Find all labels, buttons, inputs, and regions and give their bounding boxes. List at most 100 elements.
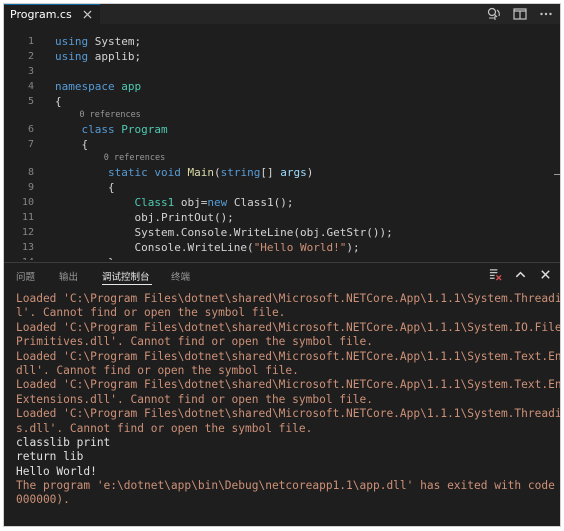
tab-program-cs[interactable]: Program.cs	[4, 4, 100, 24]
line-number: 1	[27, 36, 34, 47]
code-text: static void Main(string[] args)	[55, 165, 313, 180]
code-text: class Program	[55, 122, 168, 137]
tab-problems[interactable]: 问题	[16, 269, 35, 283]
code-token: Console.WriteLine(	[55, 241, 254, 254]
panel-actions	[489, 268, 552, 281]
code-token: {	[55, 95, 62, 108]
code-line[interactable]: 1 using System;	[4, 34, 560, 49]
code-token: string	[220, 166, 261, 179]
code-token: );	[346, 241, 360, 254]
compare-changes-icon[interactable]	[486, 6, 502, 22]
more-actions-icon[interactable]	[538, 6, 554, 22]
code-token: Main	[187, 166, 214, 179]
code-token: obj.PrintOut();	[55, 211, 234, 224]
code-line[interactable]: 10 Class1 obj=new Class1();	[4, 195, 560, 210]
panel-tab-bar: 问题 输出 调试控制台 终端	[4, 263, 560, 287]
line-number: 3	[27, 66, 34, 77]
code-line[interactable]: 9 {	[4, 180, 560, 195]
codelens-references[interactable]: 0 references	[4, 109, 560, 122]
code-text: obj.PrintOut();	[55, 210, 234, 225]
code-token: System.Console.WriteLine(obj.GetStr());	[55, 226, 393, 239]
code-text: }	[55, 255, 115, 260]
chevron-up-icon[interactable]	[514, 268, 527, 281]
code-token: new	[207, 196, 234, 209]
code-text: namespace app	[55, 79, 141, 94]
line-number: 4	[27, 81, 34, 92]
code-token: (	[213, 166, 221, 179]
code-line[interactable]: 2 using applib;	[4, 49, 560, 64]
code-token: )	[306, 166, 314, 179]
console-line: Loaded 'C:\Program Files\dotnet\shared\M…	[16, 320, 561, 334]
code-line[interactable]: 12 System.Console.WriteLine(obj.GetStr()…	[4, 225, 560, 240]
code-line[interactable]: 5{	[4, 94, 560, 109]
code-text: {	[55, 94, 62, 109]
tab-output[interactable]: 输出	[59, 269, 78, 283]
code-text: using System;	[55, 34, 141, 49]
code-token: args	[280, 166, 307, 179]
code-text: Console.WriteLine("Hello World!");	[55, 240, 360, 255]
code-token: Class1	[134, 196, 175, 209]
code-token: {	[55, 138, 89, 151]
codelens-references[interactable]: 0 references	[4, 152, 560, 165]
console-line: Loaded 'C:\Program Files\dotnet\shared\M…	[16, 349, 561, 363]
console-line: 000000).	[16, 493, 70, 507]
tab-label: Program.cs	[10, 8, 72, 21]
line-number: 8	[27, 167, 34, 178]
code-token: "Hello World!"	[253, 241, 347, 254]
code-token: {	[55, 181, 115, 194]
code-token: app	[121, 80, 142, 93]
code-line[interactable]: 6 class Program	[4, 122, 560, 137]
code-line[interactable]: 7 {	[4, 137, 560, 152]
editor-actions	[486, 6, 554, 22]
code-token: using	[55, 35, 95, 48]
debug-console-output[interactable]: Loaded 'C:\Program Files\dotnet\shared\M…	[16, 292, 561, 526]
close-icon[interactable]	[83, 10, 92, 19]
code-line[interactable]: 8 static void Main(string[] args)	[4, 165, 560, 180]
codelens-label[interactable]: 0 references	[55, 109, 140, 122]
code-line[interactable]: 3	[4, 64, 560, 79]
code-text: Class1 obj=new Class1();	[55, 195, 293, 210]
line-number: 7	[27, 139, 34, 150]
code-line[interactable]: 13 Console.WriteLine("Hello World!");	[4, 240, 560, 255]
console-line: classlib print	[16, 435, 111, 449]
console-line: dll'. Cannot find or open the symbol fil…	[16, 363, 299, 377]
close-icon[interactable]	[539, 268, 552, 281]
code-text: {	[55, 137, 88, 152]
editor-tab-bar: Program.cs	[4, 4, 560, 24]
console-line: Loaded 'C:\Program Files\dotnet\shared\M…	[16, 378, 561, 392]
line-number: 5	[27, 96, 34, 107]
code-line[interactable]: 11 obj.PrintOut();	[4, 210, 560, 225]
tab-debug-console[interactable]: 调试控制台	[102, 269, 150, 283]
line-number: 13	[21, 242, 34, 253]
active-tab-indicator	[102, 284, 152, 285]
code-line[interactable]: 14 }	[4, 255, 560, 260]
console-line: Extensions.dll'. Cannot find or open the…	[16, 392, 373, 406]
line-number: 9	[27, 182, 34, 193]
clear-console-icon[interactable]	[489, 268, 502, 281]
console-line: Loaded 'C:\Program Files\dotnet\shared\M…	[16, 292, 561, 305]
code-text: System.Console.WriteLine(obj.GetStr());	[55, 225, 393, 240]
code-token: static	[107, 166, 155, 179]
code-text: using applib;	[55, 49, 141, 64]
tab-terminal[interactable]: 终端	[171, 269, 190, 283]
line-number: 10	[21, 197, 34, 208]
code-token: namespace	[55, 80, 122, 93]
console-line: s.dll'. Cannot find or open the symbol f…	[16, 421, 313, 435]
line-number: 11	[21, 212, 34, 223]
code-token: void	[154, 166, 188, 179]
code-token: applib;	[94, 50, 142, 63]
line-number: 2	[27, 51, 34, 62]
bottom-panel: 问题 输出 调试控制台 终端 Loaded 'C:\Program Files\…	[4, 262, 560, 526]
code-editor[interactable]: 1 using System; 2 using applib; 3 4 namespace …	[4, 24, 560, 260]
code-token: System;	[94, 35, 142, 48]
split-editor-icon[interactable]	[512, 6, 528, 22]
console-line: Loaded 'C:\Program Files\dotnet\shared\M…	[16, 407, 561, 421]
code-token: Class1();	[233, 196, 294, 209]
code-token: using	[55, 50, 95, 63]
code-line[interactable]: 4 namespace app	[4, 79, 560, 94]
codelens-label[interactable]: 0 references	[55, 152, 165, 165]
code-token: []	[260, 166, 281, 179]
code-token: }	[55, 256, 115, 260]
